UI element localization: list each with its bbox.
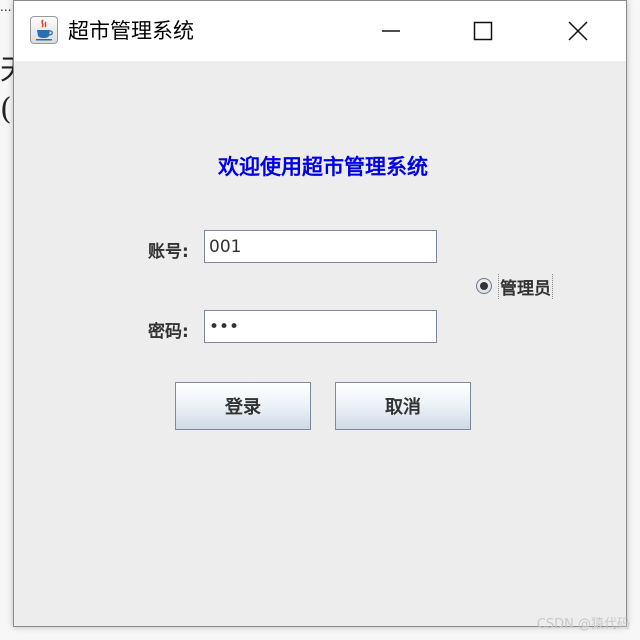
maximize-button[interactable]: [443, 1, 523, 61]
watermark: CSDN @猿代码: [536, 617, 630, 632]
role-radio-label: 管理员: [498, 273, 553, 299]
account-label: 账号:: [148, 242, 189, 262]
login-window: 超市管理系统 欢迎使用超市管理系统 账号: 001 管理员 密码: ••• 登录…: [13, 0, 627, 627]
role-radio-admin[interactable]: 管理员: [476, 273, 553, 299]
window-title: 超市管理系统: [68, 19, 194, 43]
login-button[interactable]: 登录: [175, 382, 311, 430]
java-cup-icon[interactable]: [30, 16, 58, 44]
cancel-button[interactable]: 取消: [335, 382, 471, 430]
minimize-icon: [382, 30, 400, 32]
title-bar[interactable]: 超市管理系统: [14, 1, 626, 61]
password-field[interactable]: [204, 310, 437, 343]
close-button[interactable]: [538, 1, 618, 61]
desktop: ... 天 ( 超市管理系统: [0, 0, 640, 640]
minimize-button[interactable]: [351, 1, 431, 61]
background-app-text: ...: [0, 0, 12, 14]
background-app-text: (: [0, 92, 12, 127]
close-icon: [568, 21, 588, 41]
welcome-heading: 欢迎使用超市管理系统: [218, 154, 428, 179]
account-field[interactable]: [204, 230, 437, 263]
maximize-icon: [473, 21, 493, 41]
password-label: 密码:: [148, 322, 189, 342]
radio-button-icon[interactable]: [476, 278, 492, 294]
radio-selected-dot: [480, 282, 488, 290]
